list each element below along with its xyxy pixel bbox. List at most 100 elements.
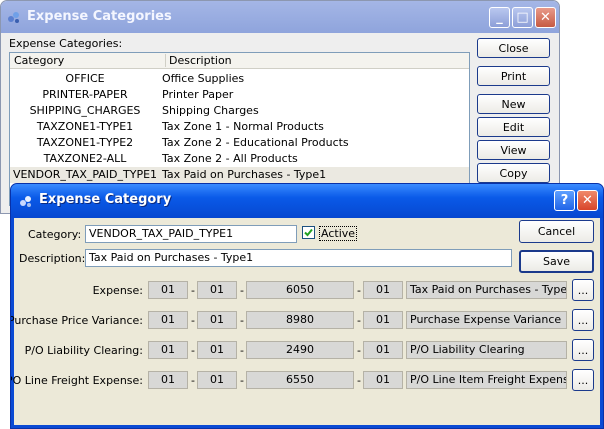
app-icon [8, 12, 19, 23]
account-description: P/O Line Item Freight Expense [406, 371, 567, 389]
account-description: Tax Paid on Purchases - Type1 [406, 281, 567, 299]
sub-account-segment: 01 [363, 281, 403, 299]
cell-category: TAXZONE1-TYPE2 [36, 136, 134, 149]
app-icon [20, 196, 31, 207]
list-label: Expense Categories: [9, 37, 123, 50]
maximize-button[interactable]: □ [512, 7, 533, 28]
company-segment: 01 [148, 311, 188, 329]
window-title: Expense Categories [27, 9, 172, 24]
browse-expense-button[interactable]: ... [572, 279, 594, 301]
cell-category: PRINTER-PAPER [42, 88, 128, 101]
cell-description: Shipping Charges [162, 104, 259, 117]
expense-categories-window: Expense Categories _ □ ✕ Expense Categor… [0, 0, 560, 214]
close-list-button[interactable]: Close [477, 38, 550, 58]
category-input[interactable]: VENDOR_TAX_PAID_TYPE1 [85, 225, 297, 243]
close-button[interactable]: ✕ [535, 7, 556, 28]
browse-liability-button[interactable]: ... [572, 339, 594, 361]
edit-button[interactable]: Edit [477, 117, 550, 137]
help-button[interactable]: ? [554, 190, 575, 211]
dialog-body: Category: VENDOR_TAX_PAID_TYPE1 Active C… [11, 218, 600, 425]
description-label: Description: [19, 252, 86, 265]
separator: - [357, 374, 361, 387]
list-item[interactable]: OFFICE Office Supplies [10, 71, 469, 87]
dialog-title: Expense Category [39, 192, 172, 207]
account-description: P/O Liability Clearing [406, 341, 567, 359]
description-input[interactable]: Tax Paid on Purchases - Type1 [85, 249, 512, 267]
list-item[interactable]: PRINTER-PAPER Printer Paper [10, 87, 469, 103]
account-row-freight: PO Line Freight Expense: 01 - 01 - 6550 … [11, 369, 600, 391]
view-button[interactable]: View [477, 140, 550, 160]
account-row-expense: Expense: 01 - 01 - 6050 - 01 Tax Paid on… [14, 279, 600, 301]
separator: - [240, 314, 244, 327]
account-number: 6050 [246, 281, 354, 299]
profit-center-segment: 01 [197, 371, 237, 389]
profit-center-segment: 01 [197, 311, 237, 329]
cell-category: OFFICE [65, 72, 105, 85]
cell-description: Office Supplies [162, 72, 245, 85]
title-bar[interactable]: Expense Categories _ □ ✕ [1, 1, 559, 33]
cell-description: Tax Zone 1 - Normal Products [162, 120, 324, 133]
check-icon [304, 228, 313, 237]
cell-description: Tax Zone 2 - Educational Products [162, 136, 349, 149]
separator: - [191, 284, 195, 297]
minimize-button[interactable]: _ [489, 7, 510, 28]
separator: - [240, 344, 244, 357]
freight-label: PO Line Freight Expense: [10, 374, 143, 387]
liability-label: P/O Liability Clearing: [24, 344, 143, 357]
profit-center-segment: 01 [197, 341, 237, 359]
new-button[interactable]: New [477, 94, 550, 114]
dialog-close-button[interactable]: ✕ [577, 190, 598, 211]
list-item[interactable]: TAXZONE2-ALL Tax Zone 2 - All Products [10, 151, 469, 167]
account-number: 2490 [246, 341, 354, 359]
sub-account-segment: 01 [363, 341, 403, 359]
close-icon: ✕ [582, 193, 593, 208]
list-item[interactable]: SHIPPING_CHARGES Shipping Charges [10, 103, 469, 119]
separator: - [357, 344, 361, 357]
help-icon: ? [560, 193, 569, 208]
company-segment: 01 [148, 341, 188, 359]
copy-button[interactable]: Copy [477, 163, 550, 183]
account-description: Purchase Expense Variance [406, 311, 567, 329]
category-label: Category: [28, 228, 82, 241]
list-item[interactable]: TAXZONE1-TYPE2 Tax Zone 2 - Educational P… [10, 135, 469, 151]
separator: - [357, 284, 361, 297]
cell-description: Tax Paid on Purchases - Type1 [162, 168, 327, 181]
profit-center-segment: 01 [197, 281, 237, 299]
active-label[interactable]: Active [319, 226, 358, 241]
company-segment: 01 [148, 371, 188, 389]
account-row-ppv: Purchase Price Variance: 01 - 01 - 8980 … [11, 309, 600, 331]
browse-ppv-button[interactable]: ... [572, 309, 594, 331]
cell-category: VENDOR_TAX_PAID_TYPE1 [12, 168, 158, 181]
cancel-button[interactable]: Cancel [519, 220, 594, 243]
cell-category: SHIPPING_CHARGES [29, 104, 141, 117]
separator: - [191, 314, 195, 327]
list-item-selected[interactable]: VENDOR_TAX_PAID_TYPE1 Tax Paid on Purchas… [10, 167, 469, 183]
cell-description: Tax Zone 2 - All Products [162, 152, 298, 165]
cell-description: Printer Paper [162, 88, 234, 101]
column-header-description[interactable]: Description [165, 54, 232, 67]
list-item[interactable]: TAXZONE1-TYPE1 Tax Zone 1 - Normal Produc… [10, 119, 469, 135]
sub-account-segment: 01 [363, 311, 403, 329]
separator: - [191, 344, 195, 357]
account-row-liability: P/O Liability Clearing: 01 - 01 - 2490 -… [14, 339, 600, 361]
expense-label: Expense: [92, 284, 143, 297]
cell-category: TAXZONE1-TYPE1 [36, 120, 134, 133]
separator: - [240, 284, 244, 297]
sub-account-segment: 01 [363, 371, 403, 389]
maximize-icon: □ [516, 10, 529, 25]
close-icon: ✕ [540, 10, 551, 25]
print-button[interactable]: Print [477, 66, 550, 86]
separator: - [191, 374, 195, 387]
expense-category-dialog: Expense Category ? ✕ Category: VENDOR_TA… [10, 183, 604, 429]
ppv-label: Purchase Price Variance: [10, 314, 143, 327]
active-checkbox[interactable] [302, 226, 315, 239]
separator: - [357, 314, 361, 327]
column-header-category[interactable]: Category [14, 54, 64, 67]
company-segment: 01 [148, 281, 188, 299]
dialog-title-bar[interactable]: Expense Category ? ✕ [11, 184, 603, 218]
save-button[interactable]: Save [519, 250, 594, 273]
browse-freight-button[interactable]: ... [572, 369, 594, 391]
cell-category: TAXZONE2-ALL [43, 152, 127, 165]
separator: - [240, 374, 244, 387]
account-number: 8980 [246, 311, 354, 329]
